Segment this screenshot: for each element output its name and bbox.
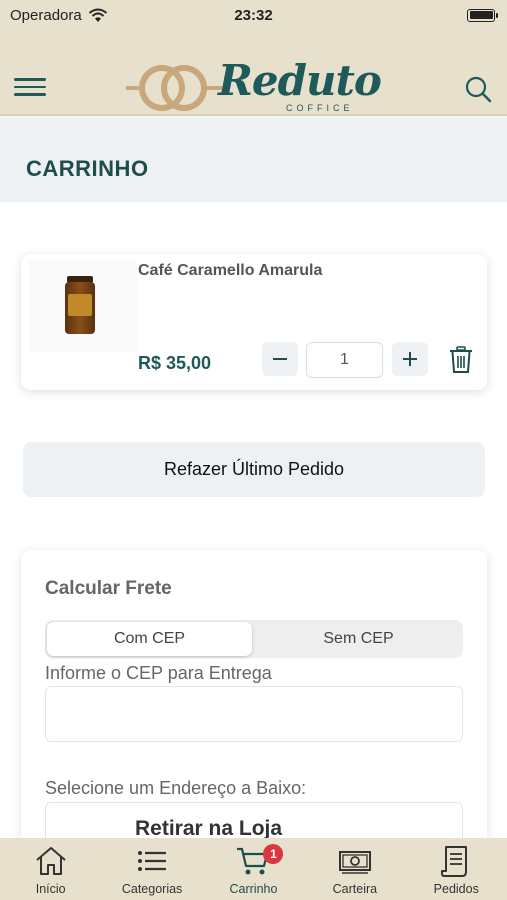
cep-input[interactable] bbox=[45, 686, 463, 742]
wallet-icon bbox=[338, 851, 371, 874]
minus-icon bbox=[273, 358, 287, 360]
increase-quantity-button[interactable] bbox=[392, 342, 428, 376]
product-image bbox=[29, 260, 137, 352]
hamburger-icon bbox=[14, 78, 46, 81]
tab-inicio[interactable]: Início bbox=[1, 844, 101, 896]
address-label: Selecione um Endereço a Baixo: bbox=[45, 778, 307, 798]
tab-label: Carrinho bbox=[229, 882, 278, 896]
app-header: Reduto COFFICE bbox=[0, 30, 507, 116]
product-name: Café Caramello Amarula bbox=[138, 262, 323, 279]
tab-label: Pedidos bbox=[433, 882, 479, 896]
orders-icon bbox=[441, 846, 468, 877]
tab-carrinho[interactable]: 1 Carrinho bbox=[203, 844, 303, 896]
cep-label: Informe o CEP para Entrega bbox=[45, 663, 272, 683]
product-price: R$ 35,00 bbox=[138, 353, 212, 373]
tab-com-cep[interactable]: Com CEP bbox=[47, 622, 252, 656]
remove-item-button[interactable] bbox=[449, 346, 473, 374]
search-icon bbox=[465, 76, 492, 103]
shipping-title: Calcular Frete bbox=[45, 578, 172, 599]
coffee-rings-icon bbox=[126, 65, 222, 111]
cep-segmented-control: Com CEP Sem CEP bbox=[45, 620, 463, 658]
tab-label: Carteira bbox=[332, 882, 378, 896]
list-icon bbox=[138, 851, 167, 871]
tab-carteira[interactable]: Carteira bbox=[305, 844, 405, 896]
page-title: CARRINHO bbox=[26, 156, 149, 181]
redo-last-order-button[interactable]: Refazer Último Pedido bbox=[23, 442, 485, 497]
home-icon bbox=[36, 847, 66, 875]
logo-wordmark: Reduto bbox=[218, 56, 382, 105]
bottom-tab-bar: Início Categorias 1 Carrinho Carteira Pe… bbox=[0, 838, 507, 900]
tab-categorias[interactable]: Categorias bbox=[102, 844, 202, 896]
trash-icon bbox=[450, 346, 472, 373]
page-title-bar: CARRINHO bbox=[0, 118, 507, 202]
tab-pedidos[interactable]: Pedidos bbox=[406, 844, 506, 896]
search-button[interactable] bbox=[463, 74, 493, 104]
tab-sem-cep[interactable]: Sem CEP bbox=[256, 622, 461, 656]
battery-icon bbox=[467, 8, 498, 22]
tab-label: Início bbox=[35, 882, 66, 896]
quantity-input[interactable]: 1 bbox=[306, 342, 383, 378]
logo-subtext: COFFICE bbox=[286, 103, 354, 113]
plus-icon bbox=[403, 352, 417, 366]
decrease-quantity-button[interactable] bbox=[262, 342, 298, 376]
wifi-icon bbox=[88, 8, 107, 22]
brand-logo: Reduto COFFICE bbox=[126, 56, 386, 116]
cart-item-card: Café Caramello Amarula R$ 35,00 1 bbox=[21, 254, 487, 390]
status-bar: Operadora 23:32 bbox=[0, 0, 507, 30]
carrier-info: Operadora bbox=[10, 7, 108, 24]
menu-button[interactable] bbox=[14, 78, 46, 102]
shipping-calculator: Calcular Frete Com CEP Sem CEP Informe o… bbox=[21, 550, 487, 852]
tab-label: Categorias bbox=[121, 882, 183, 896]
carrier-name: Operadora bbox=[10, 6, 82, 24]
cart-badge: 1 bbox=[263, 844, 284, 864]
cart-content: Café Caramello Amarula R$ 35,00 1 Refaze… bbox=[0, 202, 507, 852]
